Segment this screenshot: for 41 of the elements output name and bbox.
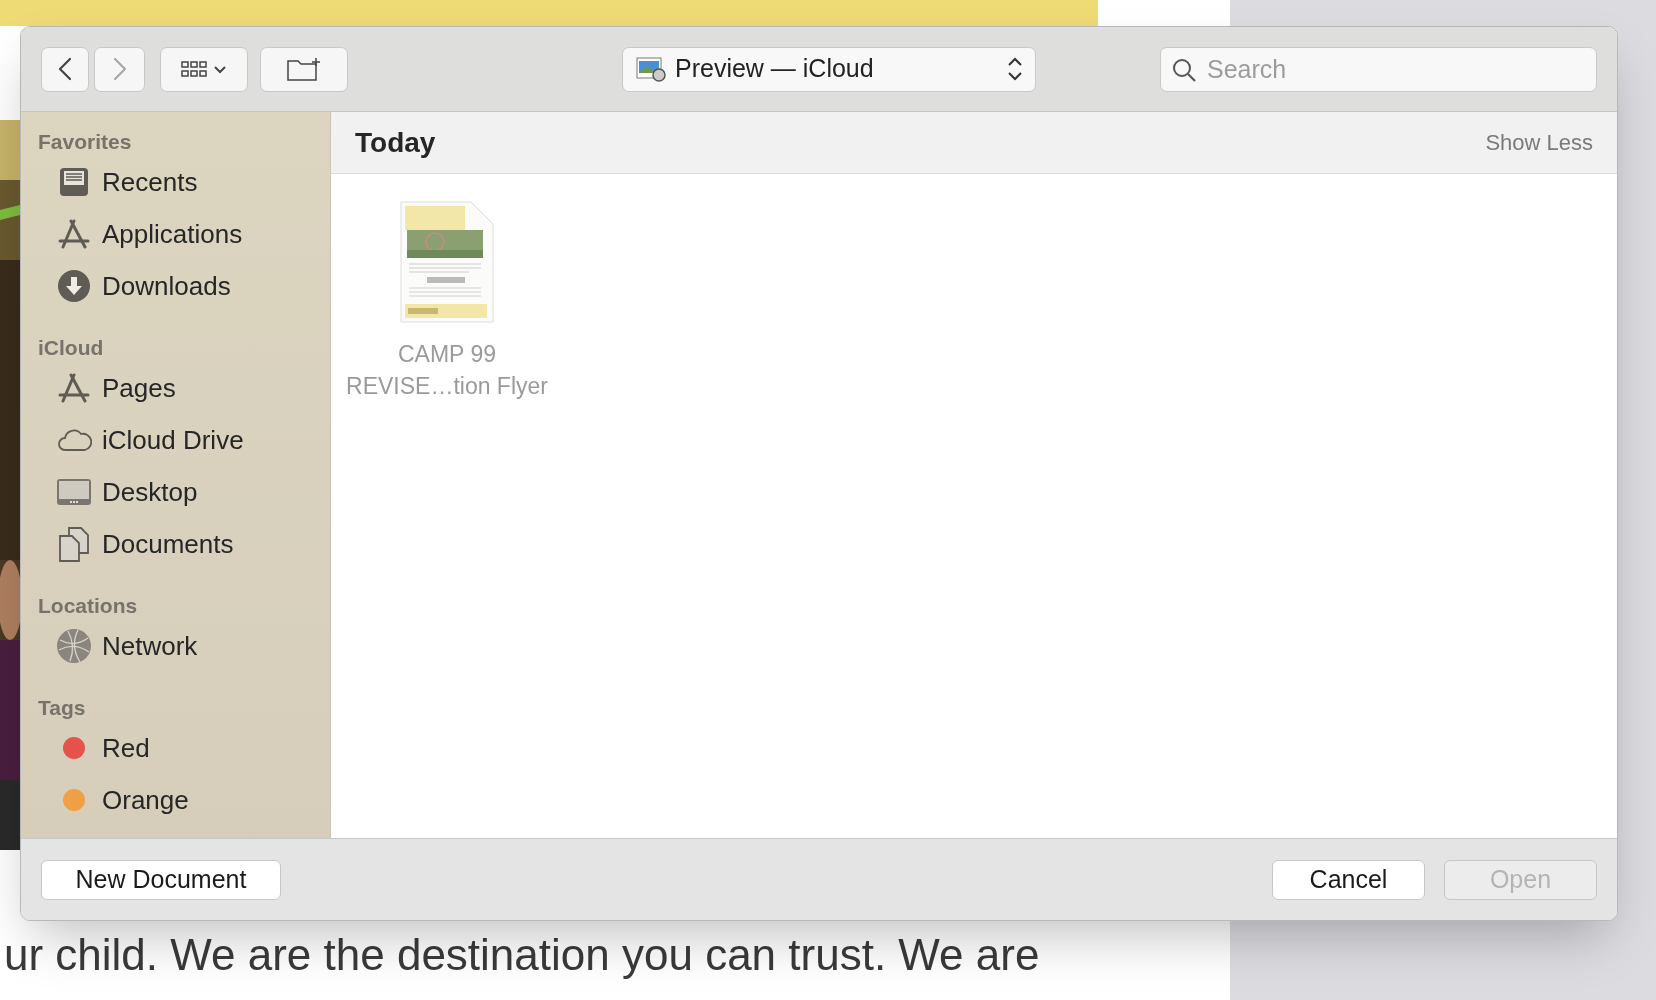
sidebar-section-title: iCloud	[38, 335, 105, 361]
sidebar-item[interactable]: Pages	[38, 362, 313, 414]
body-text: ur child. We are the destination you can trust. We are	[4, 930, 1040, 980]
back-button[interactable]	[41, 46, 89, 92]
dialog-button[interactable]: Cancel	[1272, 859, 1425, 900]
search-field[interactable]: Search	[1160, 46, 1597, 92]
grid-view-icon	[180, 59, 228, 79]
app-store-icon	[57, 372, 91, 404]
sidebar-item[interactable]: Network	[38, 620, 313, 672]
file-name: REVISE…tion Flyer	[346, 372, 548, 401]
sidebar-section-title: Tags	[38, 695, 87, 721]
search-icon	[1171, 56, 1197, 83]
desktop-icon	[56, 477, 92, 507]
document-icon	[399, 200, 495, 324]
app-store-icon	[57, 218, 91, 250]
sidebar-item[interactable]: Downloads	[38, 260, 313, 312]
preview-app-icon	[635, 55, 667, 83]
documents-icon	[57, 526, 91, 562]
new-document-button[interactable]: New Document	[41, 859, 281, 900]
tray-icon	[57, 166, 91, 198]
up-down-chevron-icon	[1007, 55, 1023, 83]
new-folder-icon	[286, 56, 322, 82]
group-title: Today	[355, 125, 436, 160]
view-options-button[interactable]	[160, 46, 248, 92]
sidebar-item[interactable]: Documents	[38, 518, 313, 570]
globe-icon	[56, 628, 92, 664]
file-name: CAMP 99	[398, 340, 496, 369]
new-folder-button[interactable]	[260, 46, 348, 92]
tag-dot-icon	[61, 787, 87, 813]
sidebar-section-title: Locations	[38, 593, 139, 619]
sidebar-item[interactable]: Desktop	[38, 466, 313, 518]
sidebar-section-title: Favorites	[38, 129, 133, 155]
download-icon	[57, 269, 91, 303]
sidebar-item[interactable]: Orange	[38, 774, 313, 826]
tag-dot-icon	[61, 735, 87, 761]
sidebar-item[interactable]: iCloud Drive	[38, 414, 313, 466]
sidebar-item[interactable]: Red	[38, 722, 313, 774]
show-less-link[interactable]: Show Less	[1485, 126, 1593, 159]
location-popup[interactable]: Preview — iCloud	[622, 46, 1036, 92]
sidebar-item[interactable]: Applications	[38, 208, 313, 260]
sidebar-item[interactable]: Recents	[38, 156, 313, 208]
